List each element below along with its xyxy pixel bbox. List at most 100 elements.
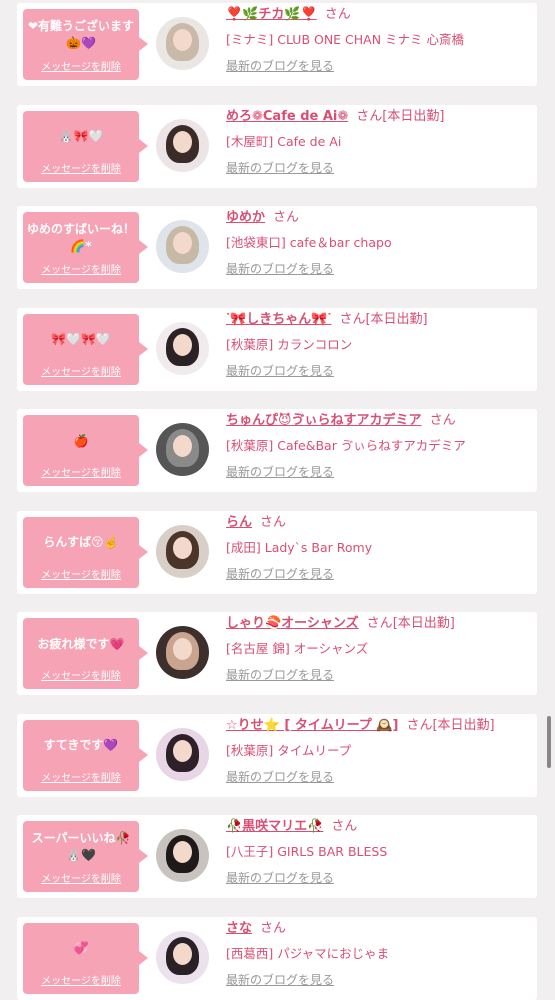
- shop-name: [西葛西] パジャマにおじゃま: [226, 945, 390, 961]
- avatar[interactable]: [156, 626, 209, 679]
- latest-blog-link[interactable]: 最新のブログを見る: [226, 768, 533, 786]
- avatar[interactable]: [156, 930, 209, 984]
- shop-name: [成田] Lady`s Bar Romy: [226, 539, 373, 555]
- avatar-face: [173, 638, 192, 660]
- cast-info: さな さん [西葛西] パジャマにおじゃま 最新のブログを見る: [226, 919, 533, 989]
- latest-blog-link[interactable]: 最新のブログを見る: [226, 260, 533, 278]
- latest-blog-link[interactable]: 最新のブログを見る: [226, 869, 533, 887]
- shop-name: [秋葉原] Cafe&Bar ゔぃらねすアカデミア: [226, 438, 466, 453]
- shop-name: [八王子] GIRLS BAR BLESS: [226, 844, 388, 859]
- delete-message-link[interactable]: メッセージを削除: [23, 870, 139, 885]
- message-card: 🎀🤍🎀🤍 メッセージを削除 ᐝ🎀しきちゃん🎀ᐝ さん[本日出勤] [秋葉原] カラ…: [17, 307, 537, 391]
- delete-message-link[interactable]: メッセージを削除: [23, 464, 139, 479]
- delete-message-link[interactable]: メッセージを削除: [23, 667, 139, 682]
- delete-message-link[interactable]: メッセージを削除: [23, 972, 139, 987]
- cast-name-link[interactable]: さな: [226, 921, 252, 936]
- avatar[interactable]: [156, 118, 209, 172]
- message-text: すてきです💜: [43, 738, 119, 752]
- message-card: らんすば😚☝️ メッセージを削除 らん さん [成田] Lady`s Bar Ro…: [17, 510, 537, 594]
- delete-message-link[interactable]: メッセージを削除: [23, 769, 139, 784]
- avatar[interactable]: [156, 321, 209, 375]
- shop-name: [秋葉原] タイムリープ: [226, 742, 352, 758]
- message-text: ゆめのすばいーね！🌈*: [27, 222, 136, 253]
- avatar[interactable]: [156, 524, 209, 578]
- honorific: さん: [331, 819, 358, 834]
- avatar[interactable]: [156, 829, 209, 882]
- cast-info: しゃり🍣オーシャンズ さん[本日出勤] [名古屋 錦] オーシャンズ 最新のブログ…: [226, 614, 533, 684]
- latest-blog-link[interactable]: 最新のブログを見る: [226, 159, 533, 177]
- message-bubble: 🍎 メッセージを削除: [23, 415, 148, 486]
- cast-name-link[interactable]: ☆りせ⭐ [ タイムリープ 🕰️]: [226, 718, 398, 733]
- message-card: すてきです💜 メッセージを削除 ☆りせ⭐ [ タイムリープ 🕰️] さん[本日出勤…: [17, 713, 537, 797]
- latest-blog-link[interactable]: 最新のブログを見る: [226, 463, 533, 481]
- avatar-face: [173, 130, 192, 153]
- message-bubble: 💞 メッセージを削除: [23, 922, 148, 994]
- delete-message-link[interactable]: メッセージを削除: [23, 58, 139, 73]
- latest-blog-link[interactable]: 最新のブログを見る: [226, 565, 533, 583]
- honorific: さん: [260, 514, 287, 530]
- shop-name: [木屋町] Cafe de Ai: [226, 133, 342, 149]
- honorific: さん: [366, 616, 393, 631]
- message-bubble: お疲れ様です💗 メッセージを削除: [23, 618, 148, 689]
- working-today-badge: [本日出勤]: [382, 108, 445, 124]
- latest-blog-link[interactable]: 最新のブログを見る: [226, 971, 533, 989]
- honorific: さん: [324, 7, 351, 22]
- message-bubble: ゆめのすばいーね！🌈* メッセージを削除: [23, 212, 148, 283]
- shop-name: [秋葉原] カランコロン: [226, 336, 353, 352]
- honorific: さん: [273, 210, 300, 225]
- honorific: さん: [429, 413, 456, 428]
- shop-name: [池袋東口] cafe＆bar chapo: [226, 235, 392, 250]
- cast-info: ゆめか さん [池袋東口] cafe＆bar chapo 最新のブログを見る: [226, 208, 533, 278]
- avatar[interactable]: [156, 423, 209, 476]
- message-text: 🎀🤍🎀🤍: [51, 332, 111, 346]
- cast-name-link[interactable]: めろ❁Cafe de Ai❁: [226, 109, 348, 124]
- cast-name-link[interactable]: しゃり🍣オーシャンズ: [226, 616, 359, 631]
- working-today-badge: [本日出勤]: [392, 616, 455, 631]
- cast-info: らん さん [成田] Lady`s Bar Romy 最新のブログを見る: [226, 513, 533, 583]
- message-card: スーパーいいね🥀🐰🖤 メッセージを削除 🥀黒咲マリエ🥀 さん [八王子] GIRL…: [17, 815, 537, 898]
- avatar-face: [173, 739, 192, 762]
- avatar[interactable]: [156, 17, 209, 70]
- avatar-face: [173, 942, 192, 965]
- message-text: らんすば😚☝️: [43, 535, 119, 549]
- avatar-face: [173, 841, 192, 863]
- message-text: 🐰🎀🤍: [58, 129, 104, 143]
- latest-blog-link[interactable]: 最新のブログを見る: [226, 362, 533, 380]
- cast-name-link[interactable]: ゆめか: [226, 210, 265, 225]
- cast-name-link[interactable]: らん: [226, 515, 252, 530]
- message-text: 💞: [73, 941, 89, 955]
- message-card: お疲れ様です💗 メッセージを削除 しゃり🍣オーシャンズ さん[本日出勤] [名古屋…: [17, 612, 537, 695]
- message-bubble: らんすば😚☝️ メッセージを削除: [23, 516, 148, 588]
- message-bubble: 🐰🎀🤍 メッセージを削除: [23, 110, 148, 182]
- honorific: さん: [339, 311, 366, 327]
- avatar[interactable]: [156, 727, 209, 781]
- avatar-face: [173, 536, 192, 559]
- message-bubble: ❤有難うございます🎃💜 メッセージを削除: [23, 9, 148, 80]
- cast-name-link[interactable]: ちゅんぴ😈ゔぃらねすアカデミア: [226, 413, 422, 428]
- cast-info: ちゅんぴ😈ゔぃらねすアカデミア さん [秋葉原] Cafe&Bar ゔぃらねすアカ…: [226, 411, 533, 481]
- latest-blog-link[interactable]: 最新のブログを見る: [226, 666, 533, 684]
- latest-blog-link[interactable]: 最新のブログを見る: [226, 57, 533, 75]
- cast-info: 🥀黒咲マリエ🥀 さん [八王子] GIRLS BAR BLESS 最新のブログを見…: [226, 817, 533, 887]
- delete-message-link[interactable]: メッセージを削除: [23, 261, 139, 276]
- message-bubble: すてきです💜 メッセージを削除: [23, 719, 148, 791]
- message-text: ❤有難うございます🎃💜: [27, 19, 135, 50]
- avatar[interactable]: [156, 220, 209, 273]
- message-text: スーパーいいね🥀🐰🖤: [31, 831, 131, 862]
- delete-message-link[interactable]: メッセージを削除: [23, 363, 139, 378]
- cast-name-link[interactable]: 🥀黒咲マリエ🥀: [226, 819, 323, 834]
- message-card: 🐰🎀🤍 メッセージを削除 めろ❁Cafe de Ai❁ さん[本日出勤] [木屋町…: [17, 104, 537, 188]
- message-card: ❤有難うございます🎃💜 メッセージを削除 ❣️🌿チカ🌿❣️ さん [ミナミ] CL…: [17, 3, 537, 86]
- working-today-badge: [本日出勤]: [432, 717, 495, 733]
- message-text: お疲れ様です💗: [37, 636, 125, 651]
- delete-message-link[interactable]: メッセージを削除: [23, 160, 139, 175]
- cast-name-link[interactable]: ❣️🌿チカ🌿❣️: [226, 7, 317, 22]
- honorific: さん: [260, 920, 287, 936]
- shop-name: [名古屋 錦] オーシャンズ: [226, 641, 369, 656]
- cast-name-link[interactable]: ᐝ🎀しきちゃん🎀ᐝ: [226, 312, 331, 327]
- scrollbar[interactable]: [547, 716, 551, 768]
- avatar-face: [173, 435, 192, 457]
- avatar-face: [173, 232, 192, 254]
- delete-message-link[interactable]: メッセージを削除: [23, 566, 139, 581]
- avatar-face: [173, 333, 192, 356]
